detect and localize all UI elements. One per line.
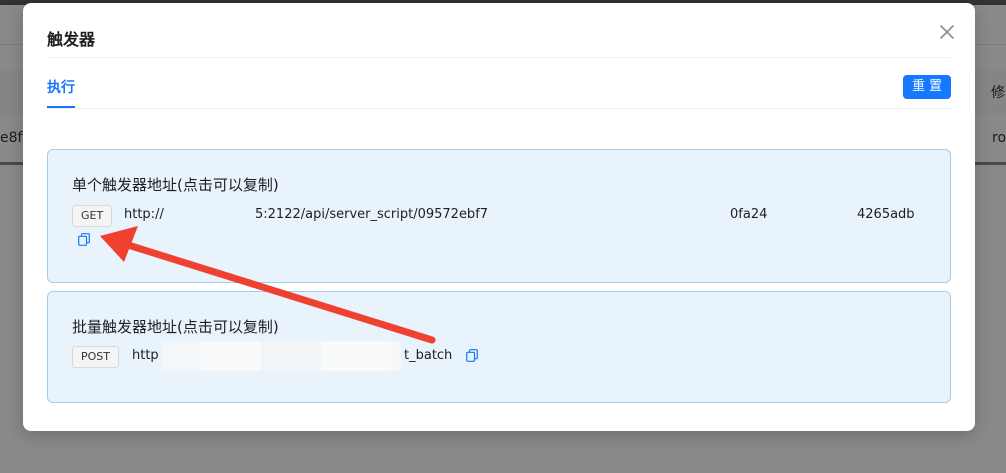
single-trigger-url-end[interactable]: 4265adb: [857, 207, 915, 222]
reset-button[interactable]: 重置: [903, 75, 951, 99]
batch-trigger-url-end[interactable]: t_batch: [404, 348, 452, 363]
redacted-region: [391, 341, 401, 371]
redacted-region: [161, 341, 201, 371]
method-tag-post: POST: [72, 346, 119, 368]
tab-execute[interactable]: 执行: [47, 77, 75, 97]
single-trigger-url[interactable]: http://: [124, 207, 164, 222]
batch-trigger-url[interactable]: http: [132, 348, 159, 363]
method-tag-get: GET: [72, 205, 113, 227]
copy-icon[interactable]: [466, 349, 478, 362]
redacted-region: [201, 341, 261, 371]
batch-trigger-title: 批量触发器地址(点击可以复制): [72, 318, 279, 336]
modal-title: 触发器: [47, 30, 96, 49]
batch-trigger-card: 批量触发器地址(点击可以复制) POST http t_batch: [47, 291, 951, 403]
single-trigger-url-middle[interactable]: 5:2122/api/server_script/09572ebf7: [255, 207, 488, 222]
single-trigger-url-segment[interactable]: 0fa24: [730, 207, 767, 222]
redacted-region: [261, 341, 321, 371]
copy-icon[interactable]: [78, 233, 90, 246]
single-trigger-card: 单个触发器地址(点击可以复制) GET http:// 5:2122/api/s…: [47, 149, 951, 283]
redacted-region: [321, 341, 391, 371]
trigger-modal: 触发器 执行 重置 单个触发器地址(点击可以复制) GET http:// 5:…: [23, 3, 975, 431]
close-icon[interactable]: [936, 21, 958, 43]
tabs-divider: [47, 108, 951, 109]
single-trigger-title: 单个触发器地址(点击可以复制): [72, 176, 279, 194]
title-divider: [47, 57, 951, 58]
